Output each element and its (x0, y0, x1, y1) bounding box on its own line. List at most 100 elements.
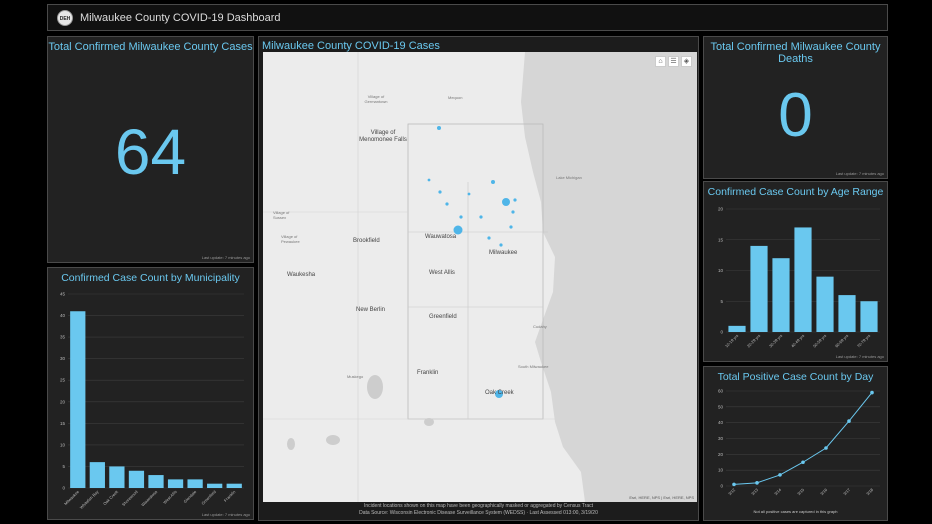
bar (772, 258, 790, 332)
map-footnote: Incident locations shown on this map hav… (363, 503, 594, 509)
map-toolbar: ⌂ ☰ ◈ (655, 56, 692, 67)
total-cases-value: 64 (114, 116, 187, 188)
y-tick-label: 35 (60, 335, 66, 340)
map-title: Milwaukee County COVID-19 Cases (262, 40, 440, 52)
x-tick-label: Whitefish Bay (79, 489, 100, 510)
total-cases-title: Total Confirmed Milwaukee County Cases (48, 41, 253, 53)
x-tick-label: 3/14 (773, 487, 783, 497)
bar (70, 311, 86, 488)
map-attribution: Esri, HERE, NPS | Esri, HERE, NPS (629, 495, 694, 500)
bar (167, 479, 184, 488)
x-tick-label: Milwaukee (63, 489, 80, 506)
logo-text: DEH (59, 16, 71, 22)
map-label: South Milwaukee (518, 364, 549, 369)
y-tick-label: 30 (60, 356, 66, 361)
layers-icon[interactable]: ◈ (681, 56, 692, 67)
x-tick-label: Greenfield (200, 489, 217, 506)
bar (128, 470, 145, 488)
map-label: Village of Sussex (273, 210, 290, 220)
y-tick-label: 0 (720, 484, 723, 489)
bar (89, 462, 105, 488)
x-tick-label: Oak Creek (102, 489, 119, 506)
municipality-chart: 0 5 10 15 20 25 30 35 40 45 MilwaukeeWhitefish Bay… (60, 292, 244, 510)
y-tick-label: 20 (60, 399, 66, 404)
y-tick-label: 5 (62, 464, 65, 469)
y-tick-label: 20 (718, 452, 724, 457)
x-tick-label: 3/15 (796, 487, 806, 497)
last-update-text: Last update: 7 minutes ago (201, 512, 250, 517)
x-tick-label: 3/18 (865, 487, 875, 497)
map-label: New Berlin (356, 307, 386, 313)
y-tick-label: 15 (718, 237, 724, 242)
x-tick-label: 70-79 yrs (856, 333, 871, 348)
map-label: West Allis (429, 270, 455, 276)
x-tick-label: 60-69 yrs (834, 333, 849, 348)
x-tick-label: 3/13 (750, 487, 760, 497)
app-header: DEH Milwaukee County COVID-19 Dashboard (47, 4, 888, 31)
map-label: Greenfield (429, 314, 457, 320)
municipality-panel: Confirmed Case Count by Municipality 051… (47, 267, 254, 520)
y-tick-label: 30 (718, 436, 724, 441)
bar (816, 276, 834, 332)
age-range-chart: 0 5 10 15 20 10-19 yrs 20-29 yrs 30-39 yrs 40-49… (718, 207, 880, 349)
map-source: Data Source: Wisconsin Electronic Diseas… (359, 510, 598, 516)
bar (187, 479, 203, 488)
y-tick-label: 60 (718, 389, 724, 394)
y-tick-label: 5 (720, 299, 723, 304)
bar (207, 483, 223, 488)
daily-count-panel: Total Positive Case Count by Day 0 10 20 30… (703, 366, 888, 521)
y-tick-label: 0 (720, 330, 723, 335)
case-map[interactable]: ⌂ ☰ ◈ Village of Menomonee Falls Brookfi… (263, 52, 697, 502)
x-tick-label: 30-39 yrs (768, 333, 783, 348)
y-tick-label: 20 (718, 207, 724, 212)
y-tick-label: 50 (718, 404, 724, 409)
data-point (847, 419, 851, 423)
map-label: Muskego (347, 374, 364, 379)
data-point (778, 473, 782, 477)
map-label: Lake Michigan (556, 175, 582, 180)
bar (728, 325, 746, 332)
map-label: Village of Germantown (364, 94, 388, 104)
x-tick-label: 50-59 yrs (812, 333, 827, 348)
last-update-text: Last update: 7 minutes ago (201, 255, 250, 260)
x-tick-label: 40-49 yrs (790, 333, 805, 348)
x-tick-label: Shorewood (121, 489, 139, 507)
data-point (755, 481, 759, 485)
map-label: Franklin (417, 370, 439, 376)
x-tick-label: West Allis (162, 489, 178, 505)
data-point (870, 390, 874, 395)
map-label: Milwaukee (489, 250, 518, 256)
y-tick-label: 10 (718, 268, 724, 273)
x-tick-label: 20-29 yrs (746, 333, 761, 348)
home-icon[interactable]: ⌂ (655, 56, 666, 67)
y-tick-label: 10 (60, 442, 66, 447)
map-label: Oak Creek (485, 390, 514, 396)
y-tick-label: 40 (60, 313, 66, 318)
map-label: Brookfield (353, 238, 380, 244)
map-canvas (263, 52, 697, 502)
bar (860, 301, 878, 332)
x-tick-label: Franklin (223, 489, 237, 503)
map-label: Village of Menomonee Falls (359, 130, 407, 143)
map-panel: Milwaukee County COVID-19 Cases ⌂ ☰ ◈ Vi… (258, 36, 699, 521)
age-range-panel: Confirmed Case Count by Age Range 0 5 10 15… (703, 181, 888, 362)
y-tick-label: 10 (718, 468, 724, 473)
total-deaths-title: Total Confirmed Milwaukee County Deaths (710, 41, 881, 65)
list-icon[interactable]: ☰ (668, 56, 679, 67)
bar (838, 295, 856, 332)
bar (750, 245, 768, 332)
last-update-text: Last update: 7 minutes ago (835, 354, 884, 359)
map-label: Wauwatosa (425, 234, 457, 240)
map-label: Village of Pewaukee (281, 234, 300, 244)
map-label: Mequon (448, 95, 463, 100)
y-tick-label: 25 (60, 378, 66, 383)
bar (794, 227, 812, 332)
x-tick-label: Glendale (182, 489, 197, 504)
bar (226, 483, 242, 488)
county-logo: DEH (57, 10, 73, 26)
y-tick-label: 0 (62, 486, 65, 491)
y-tick-label: 40 (718, 420, 724, 425)
data-point (801, 460, 805, 465)
daily-count-chart: 0 10 20 30 40 50 60 3/12 3/13 3/14 3/15 3/16 3/17 3/1… (718, 389, 880, 497)
bar (148, 475, 164, 488)
